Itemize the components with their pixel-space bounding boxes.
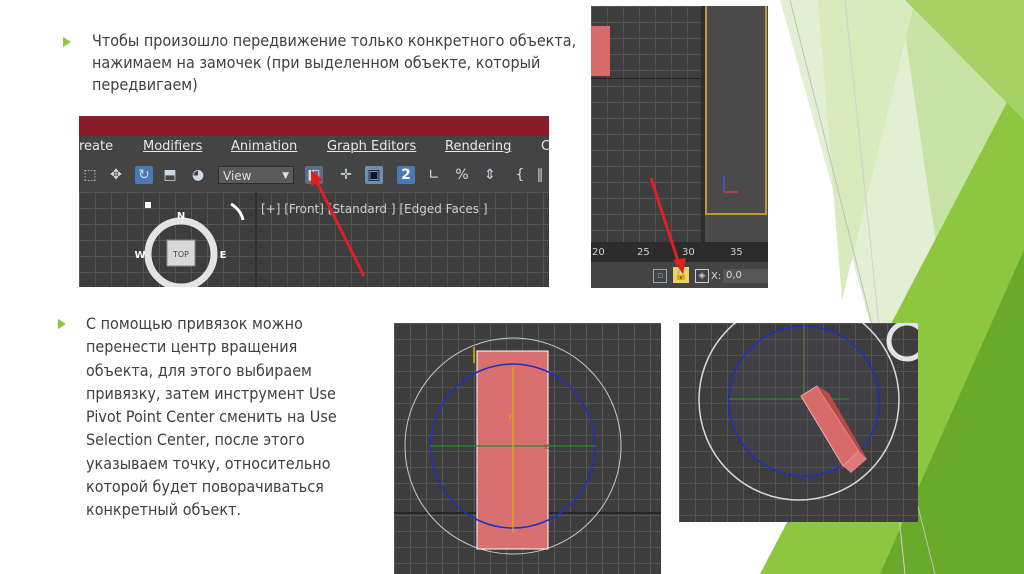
pivot-viewport-screenshot: y x (394, 323, 661, 574)
rotated-box-scene (698, 323, 918, 501)
red-pointer-arrow (649, 177, 686, 274)
red-pointer-arrow (311, 170, 366, 277)
viewcube-ring[interactable] (886, 323, 918, 362)
svg-text:x: x (544, 442, 549, 451)
svg-text:y: y (508, 411, 513, 420)
rotated-object-screenshot (679, 323, 918, 522)
bullet-text-pivot: С помощью привязок можно перенести центр… (86, 314, 337, 520)
bullet-marker (58, 319, 66, 329)
bullet-text-lock: Чтобы произошло передвижение только конк… (92, 31, 577, 94)
toolbar-screenshot: reate Modifiers Animation Graph Editors … (79, 116, 549, 287)
bullet-marker (63, 37, 71, 47)
rotate-gizmo-scene: y x (394, 337, 661, 555)
timeline-screenshot: 20 25 30 35 ▫ 🔒 ◈ X: 0,0 (591, 6, 768, 288)
